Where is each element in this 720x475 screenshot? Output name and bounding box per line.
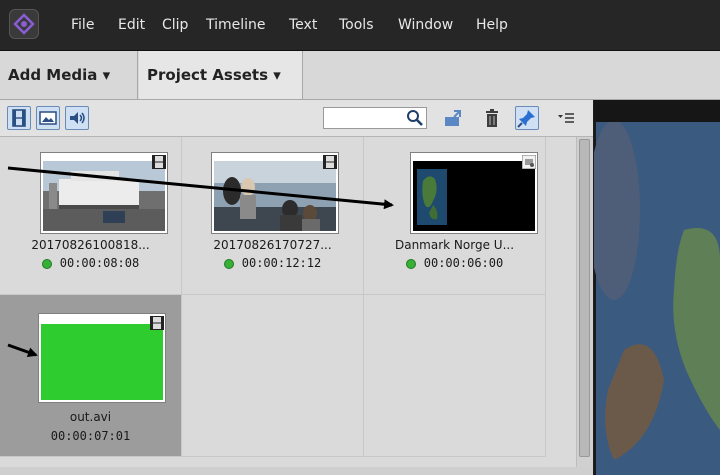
audio-filter-icon[interactable]: [65, 106, 89, 130]
asset-duration: 00:00:07:01: [50, 429, 131, 443]
asset-name: 20170826100818...: [31, 238, 150, 252]
video-clip-icon: [323, 154, 337, 169]
add-media-tab[interactable]: Add Media ▾: [0, 51, 138, 99]
empty-grid-cell: [364, 295, 546, 457]
menu-window[interactable]: Window: [398, 17, 453, 33]
asset-thumbnail[interactable]: [40, 152, 168, 234]
asset-thumbnail-image: [214, 161, 336, 231]
video-clip-icon: [150, 315, 164, 330]
asset-duration: 00:00:08:08: [59, 256, 140, 270]
asset-thumbnail[interactable]: [410, 152, 538, 234]
asset-item[interactable]: Danmark Norge U... 00:00:06:00: [364, 137, 546, 295]
assets-toolbar: [0, 100, 593, 137]
menu-help[interactable]: Help: [476, 17, 508, 33]
asset-thumbnail-image: [41, 324, 163, 400]
empty-grid-cell: [182, 295, 364, 457]
used-status-icon: [405, 258, 416, 269]
menu-file[interactable]: File: [71, 17, 94, 33]
assets-grid: 20170826100818... 00:00:08:08 2017082617…: [0, 137, 576, 467]
tab-bar: Add Media ▾ Project Assets ▾: [0, 51, 720, 100]
used-status-icon: [223, 258, 234, 269]
video-clip-icon: [152, 154, 166, 169]
asset-duration: 00:00:06:00: [423, 256, 504, 270]
asset-item[interactable]: 20170826100818... 00:00:08:08: [0, 137, 182, 295]
preview-monitor[interactable]: [594, 100, 720, 475]
video-filter-icon[interactable]: [7, 106, 31, 130]
asset-duration: 00:00:12:12: [241, 256, 322, 270]
asset-name: Danmark Norge U...: [394, 238, 515, 252]
used-status-icon: [41, 258, 52, 269]
asset-item[interactable]: 20170826170727... 00:00:12:12: [182, 137, 364, 295]
asset-item-selected[interactable]: out.avi 00:00:07:01: [0, 295, 182, 457]
asset-thumbnail[interactable]: [38, 313, 166, 403]
import-icon[interactable]: [443, 109, 463, 127]
search-icon[interactable]: [406, 109, 426, 127]
app-logo-icon[interactable]: [9, 9, 39, 39]
pin-icon[interactable]: [515, 106, 539, 130]
menu-timeline[interactable]: Timeline: [206, 17, 266, 33]
project-assets-panel: 20170826100818... 00:00:08:08 2017082617…: [0, 100, 593, 475]
menu-bar: File Edit Clip Timeline Text Tools Windo…: [0, 0, 720, 51]
asset-thumbnail-image: [413, 161, 535, 231]
asset-thumbnail[interactable]: [211, 152, 339, 234]
scrollbar-thumb[interactable]: [579, 139, 590, 457]
vertical-scrollbar[interactable]: [576, 137, 593, 467]
panel-menu-icon[interactable]: [556, 109, 576, 127]
menu-clip[interactable]: Clip: [162, 17, 188, 33]
menu-tools[interactable]: Tools: [339, 17, 374, 33]
asset-thumbnail-image: [43, 161, 165, 231]
menu-text[interactable]: Text: [289, 17, 317, 33]
menu-edit[interactable]: Edit: [118, 17, 145, 33]
delete-icon[interactable]: [482, 109, 502, 127]
asset-name: 20170826170727...: [213, 238, 332, 252]
project-assets-tab[interactable]: Project Assets ▾: [139, 51, 303, 99]
image-file-icon: [521, 154, 537, 170]
asset-name: out.avi: [69, 410, 112, 424]
image-filter-icon[interactable]: [36, 106, 60, 130]
